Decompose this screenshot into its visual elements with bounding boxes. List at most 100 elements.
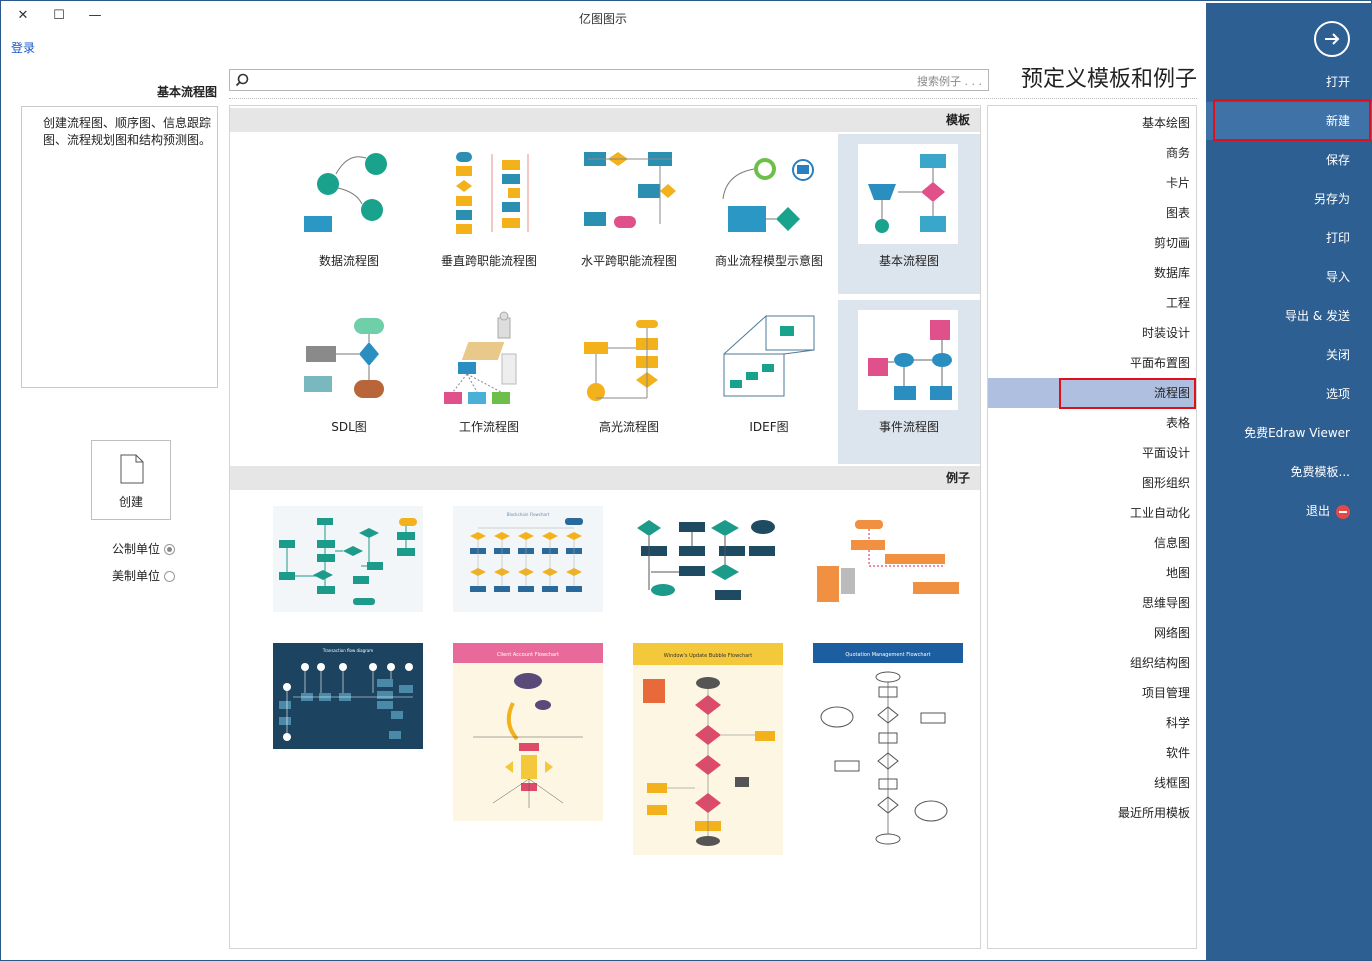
example-thumbnail[interactable]: Quotation Management Flowchart [813, 643, 963, 853]
category-item[interactable]: 数据库 [988, 258, 1196, 288]
template-business-process[interactable]: 商业流程模型示意图 [698, 134, 840, 294]
template-thumbnail [298, 310, 398, 410]
template-label: 水平跨职能流程图 [580, 254, 677, 268]
template-label: 高光流程图 [598, 420, 659, 434]
metric-units-radio[interactable]: 公制单位 [91, 540, 175, 557]
template-event-flowchart[interactable]: 事件流程图 [838, 300, 980, 464]
highlight-new-box [1213, 99, 1371, 141]
template-label: 基本流程图 [878, 254, 939, 268]
menu-exit-label: 退出 [1305, 504, 1330, 518]
category-item[interactable]: 地图 [988, 558, 1196, 588]
new-document-icon [120, 454, 144, 484]
svg-text:Client Account Flowchart: Client Account Flowchart [497, 652, 559, 658]
svg-text:Quotation Management Flowchart: Quotation Management Flowchart [845, 652, 930, 658]
login-link[interactable]: 登录 [11, 39, 35, 56]
template-thumbnail [298, 144, 398, 244]
category-item[interactable]: 线框图 [988, 768, 1196, 798]
menu-save[interactable]: 保存 [1206, 141, 1372, 179]
category-item[interactable]: 平面设计 [988, 438, 1196, 468]
menu-free-viewer[interactable]: 免费Edraw Viewer [1206, 414, 1372, 452]
category-item[interactable]: 时装设计 [988, 318, 1196, 348]
template-thumbnail [578, 310, 678, 410]
template-thumbnail [718, 144, 818, 244]
example-thumbnail[interactable] [813, 506, 963, 612]
title-bar: ✕ ☐ — 亿图图示 [1, 1, 1205, 35]
category-item[interactable]: 项目管理 [988, 678, 1196, 708]
divider [229, 98, 1197, 99]
us-units-radio[interactable]: 美制单位 [91, 567, 175, 584]
category-list: 基本绘图 商务 卡片 图表 剪切画 数据库 工程 时装设计 平面布置图 流程图 表格 平面设计 图形组织… [987, 105, 1197, 949]
example-thumbnail[interactable]: Blockchain Flowchart [453, 506, 603, 612]
menu-exit[interactable]: 退出 [1206, 492, 1372, 530]
template-data-flow[interactable]: 数据流程图 [278, 134, 420, 294]
example-thumbnail[interactable] [273, 506, 423, 612]
menu-options[interactable]: 选项 [1206, 375, 1372, 413]
template-highlight-flow[interactable]: 高光流程图 [558, 300, 700, 460]
example-thumbnail[interactable]: Client Account Flowchart [453, 643, 603, 821]
highlight-flowchart-box [1059, 378, 1196, 409]
category-item[interactable]: 科学 [988, 708, 1196, 738]
back-button[interactable] [1314, 21, 1350, 57]
template-title: 基本流程图 [156, 85, 217, 99]
menu-close[interactable]: 关闭 [1206, 336, 1372, 374]
category-item[interactable]: 网络图 [988, 618, 1196, 648]
radio-unchecked-icon [164, 571, 175, 582]
example-thumbnail[interactable]: Window's Update Bubble Flowchart [633, 643, 783, 855]
template-label: 垂直跨职能流程图 [440, 254, 537, 268]
template-label: 工作流程图 [458, 420, 519, 434]
menu-open[interactable]: 打开 [1206, 63, 1372, 101]
template-sdl[interactable]: SDL图 [278, 300, 420, 460]
template-thumbnail [438, 144, 538, 244]
menu-print[interactable]: 打印 [1206, 219, 1372, 257]
search-input[interactable]: 搜索例子 . . . [229, 69, 989, 91]
svg-text:Transaction flow diagram: Transaction flow diagram [322, 648, 373, 653]
category-item[interactable]: 软件 [988, 738, 1196, 768]
file-menu-sidebar: 打开 新建 保存 另存为 打印 导入 导出 & 发送 关闭 选项 免费Edraw… [1206, 3, 1372, 960]
metric-units-label: 公制单位 [111, 542, 160, 556]
category-item[interactable]: 基本绘图 [988, 108, 1196, 138]
category-item[interactable]: 工程 [988, 288, 1196, 318]
template-vertical-crossfunctional[interactable]: 垂直跨职能流程图 [418, 134, 560, 294]
category-item[interactable]: 思维导图 [988, 588, 1196, 618]
search-placeholder: 搜索例子 . . . [917, 75, 982, 88]
example-thumbnail[interactable]: Transaction flow diagram [273, 643, 423, 749]
category-item[interactable]: 商务 [988, 138, 1196, 168]
menu-import[interactable]: 导入 [1206, 258, 1372, 296]
category-item[interactable]: 剪切画 [988, 228, 1196, 258]
menu-free-templates[interactable]: 免费模板... [1206, 453, 1372, 491]
category-item[interactable]: 最近所用模板 [988, 798, 1196, 828]
example-thumbnail[interactable] [633, 506, 783, 612]
app-window: ✕ ☐ — 亿图图示 登录 打开 新建 保存 另存为 打印 导入 导出 & 发送… [0, 0, 1372, 961]
window-title: 亿图图示 [578, 12, 627, 26]
template-basic-flowchart[interactable]: 基本流程图 [838, 134, 980, 294]
svg-text:Blockchain Flowchart: Blockchain Flowchart [507, 512, 550, 517]
category-item[interactable]: 卡片 [988, 168, 1196, 198]
page-title: 预定义模板和例子 [1020, 67, 1197, 92]
template-thumbnail [718, 310, 818, 410]
category-item[interactable]: 信息图 [988, 528, 1196, 558]
category-item[interactable]: 组织结构图 [988, 648, 1196, 678]
menu-save-as[interactable]: 另存为 [1206, 180, 1372, 218]
template-label: 事件流程图 [878, 420, 939, 434]
menu-export-send[interactable]: 导出 & 发送 [1206, 297, 1372, 335]
radio-checked-icon [164, 544, 175, 555]
template-horizontal-crossfunctional[interactable]: 水平跨职能流程图 [558, 134, 700, 294]
svg-text:Window's Update Bubble Flowcha: Window's Update Bubble Flowchart [664, 653, 752, 659]
category-item[interactable]: 图形组织 [988, 468, 1196, 498]
category-item[interactable]: 工业自动化 [988, 498, 1196, 528]
search-icon [235, 73, 249, 90]
template-workflow[interactable]: 工作流程图 [418, 300, 560, 460]
templates-section-header: 模板 [230, 108, 980, 132]
us-units-label: 美制单位 [111, 569, 160, 583]
category-item[interactable]: 图表 [988, 198, 1196, 228]
examples-section-header: 例子 [230, 466, 980, 490]
arrow-right-icon [1325, 33, 1340, 45]
template-thumbnail [858, 310, 958, 410]
template-label: 数据流程图 [318, 254, 379, 268]
template-description: 创建流程图、顺序图、信息跟踪图、流程规划图和结构预测图。 [21, 106, 218, 388]
category-item[interactable]: 表格 [988, 408, 1196, 438]
create-button[interactable]: 创建 [91, 440, 171, 520]
category-item[interactable]: 平面布置图 [988, 348, 1196, 378]
template-label: SDL图 [331, 420, 367, 434]
template-idef[interactable]: IDEF图 [698, 300, 840, 460]
